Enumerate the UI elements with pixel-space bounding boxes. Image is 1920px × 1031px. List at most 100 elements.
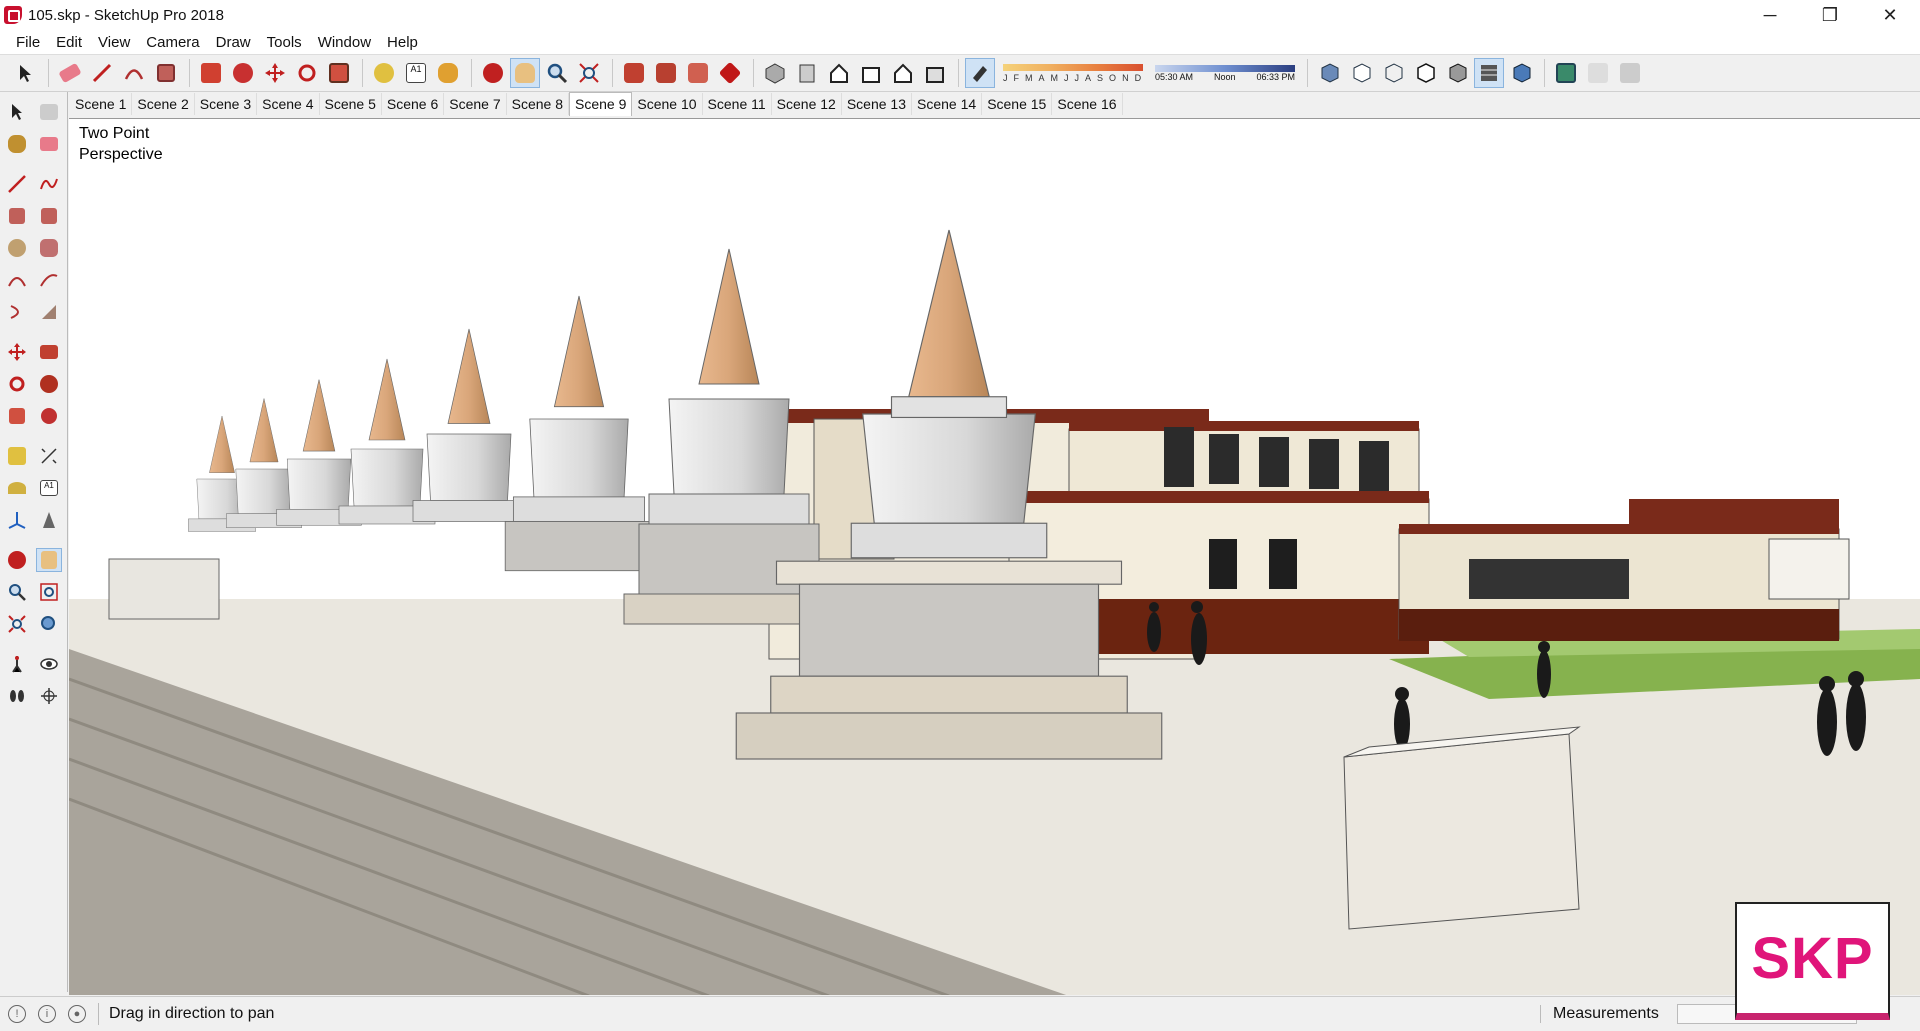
section-plane-icon[interactable] [36,684,62,708]
tab-scene-8[interactable]: Scene 8 [507,93,569,115]
eraser-icon[interactable] [36,132,62,156]
tab-scene-16[interactable]: Scene 16 [1052,93,1123,115]
rectangle-tool-icon[interactable] [151,58,181,88]
tab-scene-14[interactable]: Scene 14 [912,93,983,115]
hidden-line-style-icon[interactable] [1410,58,1440,88]
user-account-icon[interactable]: ● [68,1004,86,1023]
offset-tool-icon[interactable] [36,404,62,428]
tab-scene-15[interactable]: Scene 15 [982,93,1053,115]
back-view-icon[interactable] [888,58,918,88]
shaded-textures-style-icon[interactable] [1474,58,1504,88]
tab-scene-7[interactable]: Scene 7 [444,93,507,115]
select-tool-icon[interactable] [4,100,30,124]
3d-text-icon[interactable] [36,508,62,532]
iso-view-icon[interactable] [760,58,790,88]
follow-me-icon[interactable] [36,372,62,396]
menu-window[interactable]: Window [310,34,379,51]
pan-tool-icon[interactable] [36,548,62,572]
shaded-style-icon[interactable] [1442,58,1472,88]
zoom-extents-tool-icon[interactable] [574,58,604,88]
tab-scene-1[interactable]: Scene 1 [70,93,133,115]
menu-tools[interactable]: Tools [259,34,310,51]
position-camera-icon[interactable] [4,652,30,676]
tab-scene-4[interactable]: Scene 4 [257,93,320,115]
front-view-icon[interactable] [824,58,854,88]
push-pull-icon[interactable] [36,340,62,364]
axes-tool-icon[interactable] [4,508,30,532]
two-point-arc-icon[interactable] [36,268,62,292]
push-pull-tool-icon[interactable] [196,58,226,88]
back-edges-style-icon[interactable] [1346,58,1376,88]
minimize-button[interactable]: ─ [1740,0,1800,30]
tab-scene-3[interactable]: Scene 3 [195,93,258,115]
dimension-tool-icon[interactable] [36,444,62,468]
close-button[interactable]: ✕ [1860,0,1920,30]
warehouse-icon[interactable] [619,58,649,88]
zoom-tool-icon[interactable] [542,58,572,88]
eraser-tool-icon[interactable] [55,58,85,88]
text-tool-icon[interactable]: A1 [401,58,431,88]
tab-scene-10[interactable]: Scene 10 [632,93,703,115]
xray-style-icon[interactable] [1314,58,1344,88]
right-view-icon[interactable] [856,58,886,88]
zoom-extents-icon[interactable] [4,612,30,636]
look-around-icon[interactable] [36,652,62,676]
polygon-tool-icon[interactable] [36,236,62,260]
zoom-window-icon[interactable] [36,580,62,604]
freehand-tool-icon[interactable] [36,172,62,196]
tab-scene-5[interactable]: Scene 5 [320,93,382,115]
zoom-tool-icon[interactable] [4,580,30,604]
tab-scene-13[interactable]: Scene 13 [842,93,913,115]
tape-measure-icon[interactable] [4,444,30,468]
menu-help[interactable]: Help [379,34,426,51]
protractor-icon[interactable] [4,476,30,500]
rotate-tool-icon[interactable] [4,372,30,396]
walk-tool-icon[interactable] [4,684,30,708]
arc-tool-icon[interactable] [119,58,149,88]
left-view-icon[interactable] [920,58,950,88]
arc-tool-icon[interactable] [4,268,30,292]
add-location-icon[interactable] [1551,58,1581,88]
select-tool-icon[interactable] [10,58,40,88]
shadow-time-slider[interactable]: 05:30 AM Noon 06:33 PM [1155,64,1295,82]
menu-draw[interactable]: Draw [208,34,259,51]
credits-icon[interactable]: i [38,1004,56,1023]
tab-scene-6[interactable]: Scene 6 [382,93,445,115]
tab-scene-11[interactable]: Scene 11 [703,93,772,115]
restore-button[interactable]: ❐ [1800,0,1860,30]
paint-bucket-icon[interactable] [4,132,30,156]
three-point-arc-icon[interactable] [4,300,30,324]
rotated-rectangle-icon[interactable] [36,204,62,228]
tab-scene-2[interactable]: Scene 2 [132,93,195,115]
previous-view-icon[interactable] [36,612,62,636]
move-tool-icon[interactable] [260,58,290,88]
circle-tool-icon[interactable] [4,236,30,260]
extension-warehouse-icon[interactable] [683,58,713,88]
monochrome-style-icon[interactable] [1506,58,1536,88]
scale-tool-icon[interactable] [324,58,354,88]
shadow-date-slider[interactable]: J F M A M J J A S O N D [1003,63,1143,83]
menu-camera[interactable]: Camera [138,34,207,51]
wireframe-style-icon[interactable] [1378,58,1408,88]
orbit-tool-icon[interactable] [4,548,30,572]
shadows-toggle-icon[interactable] [965,58,995,88]
model-viewport[interactable]: Two Point Perspective [69,118,1920,995]
menu-view[interactable]: View [90,34,138,51]
menu-edit[interactable]: Edit [48,34,90,51]
line-tool-icon[interactable] [4,172,30,196]
menu-file[interactable]: File [8,34,48,51]
scale-tool-icon[interactable] [4,404,30,428]
move-tool-icon[interactable] [4,340,30,364]
pie-tool-icon[interactable] [36,300,62,324]
geo-location-icon[interactable]: ! [8,1004,26,1023]
ruby-console-icon[interactable] [715,58,745,88]
top-view-icon[interactable] [792,58,822,88]
tab-scene-12[interactable]: Scene 12 [772,93,842,115]
tape-measure-tool-icon[interactable] [369,58,399,88]
pan-tool-icon[interactable] [510,58,540,88]
follow-me-tool-icon[interactable] [228,58,258,88]
rectangle-tool-icon[interactable] [4,204,30,228]
line-tool-icon[interactable] [87,58,117,88]
text-tool-icon[interactable]: A1 [36,476,62,500]
rotate-tool-icon[interactable] [292,58,322,88]
